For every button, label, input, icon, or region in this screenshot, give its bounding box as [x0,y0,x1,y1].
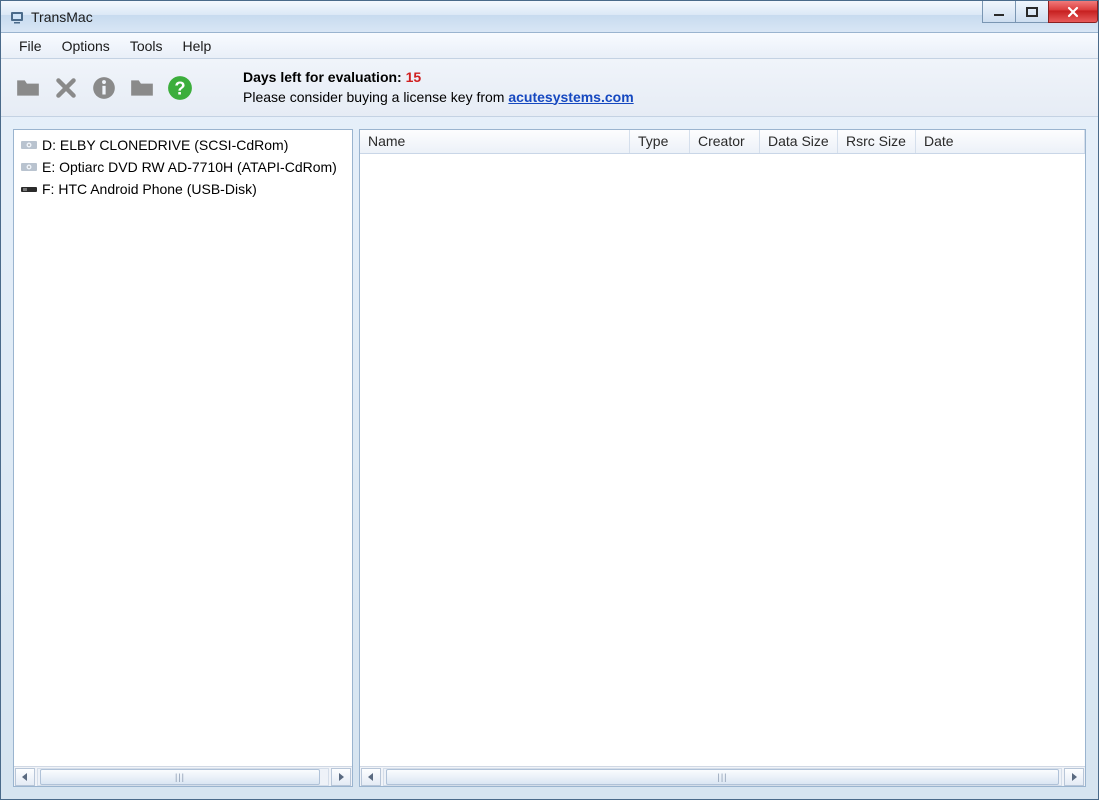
svg-text:?: ? [174,77,185,98]
drive-item[interactable]: F: HTC Android Phone (USB-Disk) [16,178,350,200]
optical-drive-icon [20,159,38,175]
scroll-left-icon[interactable] [15,768,35,786]
drive-tree[interactable]: D: ELBY CLONEDRIVE (SCSI-CdRom) E: Optia… [14,130,352,766]
scroll-left-icon[interactable] [361,768,381,786]
optical-drive-icon [20,137,38,153]
minimize-button[interactable] [982,1,1016,23]
delete-icon[interactable] [51,73,81,103]
column-header-creator[interactable]: Creator [690,130,760,153]
main-area: D: ELBY CLONEDRIVE (SCSI-CdRom) E: Optia… [13,129,1086,787]
window-title: TransMac [31,9,93,25]
column-header-rsrcsize[interactable]: Rsrc Size [838,130,916,153]
drive-item[interactable]: D: ELBY CLONEDRIVE (SCSI-CdRom) [16,134,350,156]
toolbar: ? Days left for evaluation: 15 Please co… [1,59,1098,117]
eval-label: Days left for evaluation: [243,69,402,85]
titlebar[interactable]: TransMac [1,1,1098,33]
drive-tree-pane: D: ELBY CLONEDRIVE (SCSI-CdRom) E: Optia… [13,129,353,787]
file-list[interactable] [360,154,1085,766]
column-headers: Name Type Creator Data Size Rsrc Size Da… [360,130,1085,154]
menu-tools[interactable]: Tools [120,36,173,56]
folder-icon[interactable] [127,73,157,103]
drive-label: F: HTC Android Phone (USB-Disk) [42,181,257,197]
column-header-date[interactable]: Date [916,130,1085,153]
open-folder-icon[interactable] [13,73,43,103]
evaluation-notice: Days left for evaluation: 15 Please cons… [243,68,634,107]
menubar: File Options Tools Help [1,33,1098,59]
column-header-name[interactable]: Name [360,130,630,153]
close-button[interactable] [1048,1,1098,23]
scrollbar-track[interactable]: ||| [37,768,329,786]
column-header-type[interactable]: Type [630,130,690,153]
menu-help[interactable]: Help [173,36,222,56]
column-header-datasize[interactable]: Data Size [760,130,838,153]
info-icon[interactable] [89,73,119,103]
drive-label: D: ELBY CLONEDRIVE (SCSI-CdRom) [42,137,288,153]
scrollbar-thumb[interactable]: ||| [40,769,320,785]
window-controls [983,1,1098,23]
drive-item[interactable]: E: Optiarc DVD RW AD-7710H (ATAPI-CdRom) [16,156,350,178]
maximize-button[interactable] [1015,1,1049,23]
app-icon [9,9,25,25]
list-horizontal-scrollbar[interactable]: ||| [360,766,1085,786]
scroll-right-icon[interactable] [1064,768,1084,786]
eval-days: 15 [406,69,422,85]
scrollbar-track[interactable]: ||| [383,768,1062,786]
license-link[interactable]: acutesystems.com [508,89,633,105]
menu-file[interactable]: File [9,36,52,56]
menu-options[interactable]: Options [52,36,120,56]
file-list-pane: Name Type Creator Data Size Rsrc Size Da… [359,129,1086,787]
license-text: Please consider buying a license key fro… [243,89,508,105]
usb-disk-icon [20,181,38,197]
scrollbar-thumb[interactable]: ||| [386,769,1059,785]
app-window: TransMac File Options Tools Help [0,0,1099,800]
drive-label: E: Optiarc DVD RW AD-7710H (ATAPI-CdRom) [42,159,337,175]
scroll-right-icon[interactable] [331,768,351,786]
tree-horizontal-scrollbar[interactable]: ||| [14,766,352,786]
help-icon[interactable]: ? [165,73,195,103]
